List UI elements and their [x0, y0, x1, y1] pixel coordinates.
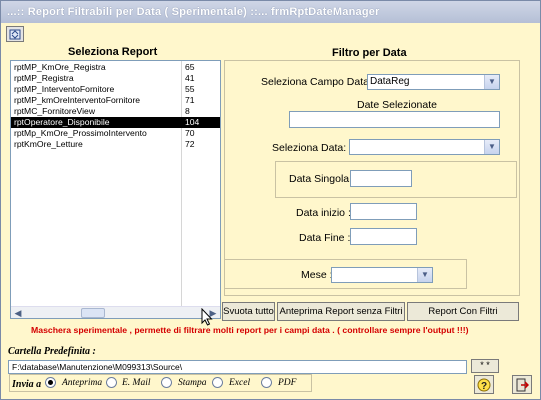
- chevron-down-icon[interactable]: ▼: [417, 268, 432, 282]
- radio-stampa-label: Stampa: [178, 378, 207, 388]
- report-id: 8: [185, 106, 190, 116]
- report-id: 71: [185, 95, 195, 105]
- exit-button[interactable]: [512, 375, 532, 394]
- mouse-pointer-icon: [201, 308, 213, 326]
- report-name: rptMP_kmOreInterventoFornitore: [14, 95, 141, 105]
- seleziona-data-select[interactable]: ▼: [349, 139, 500, 155]
- report-name: rptMC_FornitoreView: [14, 106, 96, 116]
- scrollbar-thumb[interactable]: [81, 308, 105, 318]
- list-item[interactable]: rptMp_KmOre_ProssimoIntervento 70: [11, 128, 220, 139]
- data-fine-label: Data Fine :: [299, 232, 351, 244]
- report-listbox[interactable]: rptMP_KmOre_Registra 65 rptMP_Registra 41 …: [10, 60, 221, 319]
- list-item[interactable]: rptMP_InterventoFornitore 55: [11, 84, 220, 95]
- campo-data-label: Seleziona Campo Data :: [261, 76, 375, 88]
- list-item-selected[interactable]: rptOperatore_Disponibile 104: [11, 117, 220, 128]
- date-filter-title: Filtro per Data: [332, 47, 407, 59]
- refresh-icon: [9, 29, 21, 39]
- radio-email-label: E. Mail: [122, 378, 151, 388]
- data-inizio-field[interactable]: [350, 203, 417, 220]
- campo-data-select[interactable]: DataReg ▼: [367, 74, 500, 90]
- report-id: 104: [185, 117, 200, 127]
- cartella-path-input[interactable]: F:\database\Manutenzione\M099313\Source\: [8, 360, 467, 374]
- campo-data-value: DataReg: [370, 76, 410, 87]
- mese-label: Mese :: [301, 269, 333, 281]
- report-manager-window: ...:: Report Filtrabili per Data ( Speri…: [0, 0, 541, 400]
- svg-text:?: ?: [481, 381, 487, 392]
- report-id: 55: [185, 84, 195, 94]
- help-icon: ?: [477, 378, 491, 392]
- chevron-down-icon[interactable]: ▼: [484, 75, 499, 89]
- report-id: 41: [185, 73, 195, 83]
- toolbar-refresh-button[interactable]: [6, 26, 24, 42]
- report-id: 72: [185, 139, 195, 149]
- report-name: rptMP_InterventoFornitore: [14, 84, 115, 94]
- select-report-title: Seleziona Report: [68, 46, 158, 58]
- list-item[interactable]: rptMP_Registra 41: [11, 73, 220, 84]
- experimental-warning: Maschera sperimentale , permette di filt…: [31, 325, 469, 335]
- svuota-tutto-button[interactable]: Svuota tutto: [222, 302, 275, 321]
- data-fine-field[interactable]: [350, 228, 417, 245]
- list-item[interactable]: rptMC_FornitoreView 8: [11, 106, 220, 117]
- radio-anteprima[interactable]: [45, 377, 56, 388]
- list-item[interactable]: rptMP_kmOreInterventoFornitore 71: [11, 95, 220, 106]
- horizontal-scrollbar[interactable]: ◀ ▶: [11, 306, 220, 318]
- help-button[interactable]: ?: [474, 375, 494, 394]
- radio-excel-label: Excel: [229, 378, 251, 388]
- anteprima-senza-filtri-button[interactable]: Anteprima Report senza Filtri: [277, 302, 405, 321]
- scroll-left-icon[interactable]: ◀: [12, 308, 24, 318]
- report-con-filtri-button[interactable]: Report Con Filtri: [407, 302, 519, 321]
- window-title: ...:: Report Filtrabili per Data ( Speri…: [1, 1, 540, 23]
- radio-excel[interactable]: [212, 377, 223, 388]
- radio-pdf-label: PDF: [278, 378, 297, 388]
- report-id: 70: [185, 128, 195, 138]
- list-item[interactable]: rptMP_KmOre_Registra 65: [11, 62, 220, 73]
- radio-anteprima-label: Anteprima: [62, 378, 103, 388]
- exit-door-icon: [516, 378, 529, 391]
- radio-pdf[interactable]: [261, 377, 272, 388]
- report-name: rptMP_KmOre_Registra: [14, 62, 106, 72]
- date-selezionate-label: Date Selezionate: [357, 99, 437, 111]
- date-selezionate-field[interactable]: [289, 111, 500, 128]
- chevron-down-icon[interactable]: ▼: [484, 140, 499, 154]
- report-id: 65: [185, 62, 195, 72]
- data-singola-field[interactable]: [350, 170, 412, 187]
- report-name: rptOperatore_Disponibile: [14, 117, 110, 127]
- cartella-label: Cartella Predefinita :: [8, 346, 96, 357]
- radio-stampa[interactable]: [161, 377, 172, 388]
- seleziona-data-label: Seleziona Data:: [272, 142, 347, 154]
- report-name: rptMp_KmOre_ProssimoIntervento: [14, 128, 147, 138]
- data-singola-label: Data Singola:: [289, 173, 353, 185]
- list-item[interactable]: rptKmOre_Letture 72: [11, 139, 220, 150]
- report-name: rptKmOre_Letture: [14, 139, 83, 149]
- invia-label: Invia a: [12, 379, 42, 390]
- browse-folder-button[interactable]: * *: [471, 359, 499, 373]
- data-inizio-label: Data inizio :: [296, 207, 351, 219]
- radio-email[interactable]: [106, 377, 117, 388]
- mese-select[interactable]: ▼: [331, 267, 433, 283]
- report-name: rptMP_Registra: [14, 73, 74, 83]
